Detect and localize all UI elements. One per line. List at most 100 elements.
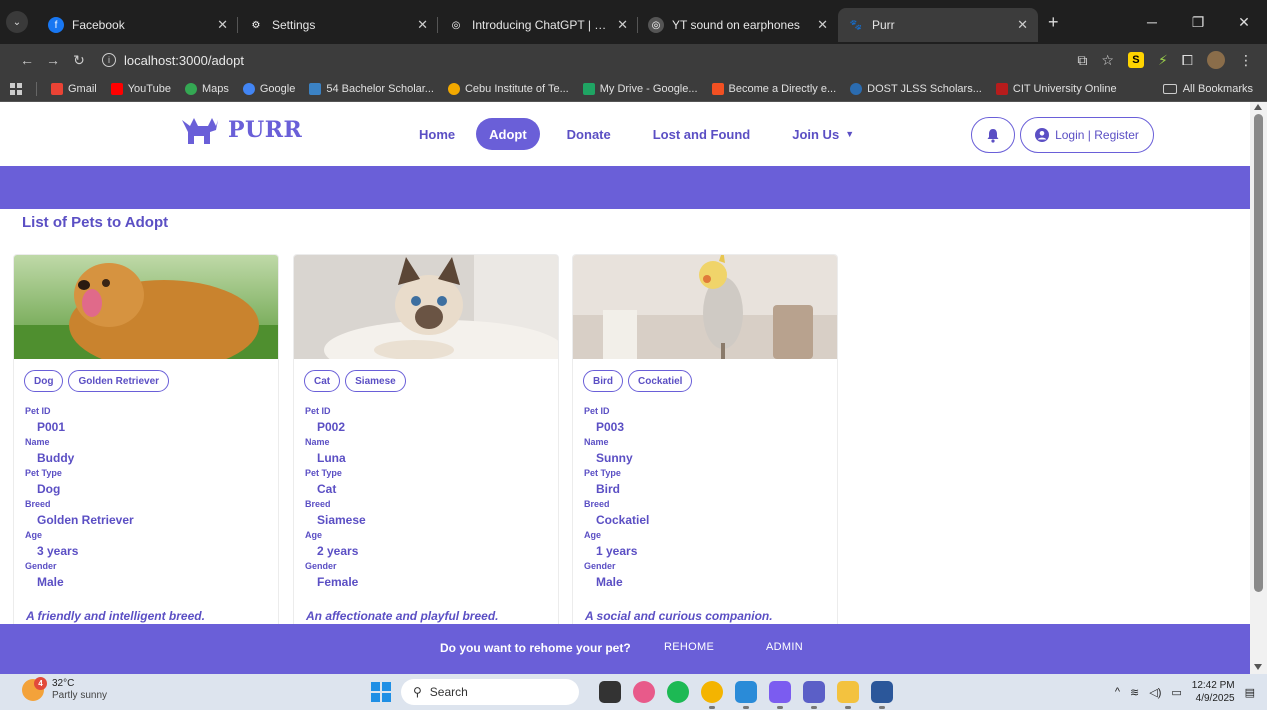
bookmark-google[interactable]: Google <box>242 82 295 95</box>
pet-type: Bird <box>596 482 620 496</box>
pet-name: Buddy <box>37 451 75 465</box>
vscode-icon[interactable] <box>735 681 757 709</box>
rehome-footer: Do you want to rehome your pet? REHOME A… <box>0 624 1250 674</box>
login-register-button[interactable]: Login | Register <box>1020 117 1154 153</box>
pet-card[interactable]: Cat Siamese Pet ID P002 Name Luna Pet Ty… <box>293 254 559 634</box>
nav-lost-found[interactable]: Lost and Found <box>640 118 763 150</box>
chevron-up-icon[interactable]: ^ <box>1115 686 1120 698</box>
scroll-thumb[interactable] <box>1254 114 1263 592</box>
page-scrollbar[interactable] <box>1250 102 1267 674</box>
profile-avatar[interactable] <box>1207 51 1225 69</box>
bookmark-maps[interactable]: Maps <box>184 82 229 95</box>
scroll-up-icon[interactable] <box>1254 104 1262 110</box>
close-icon[interactable]: ✕ <box>417 17 428 33</box>
discord-icon[interactable] <box>769 681 791 709</box>
task-view-icon[interactable] <box>599 681 621 703</box>
battery-icon[interactable]: ▭ <box>1171 686 1181 699</box>
notifications-button[interactable] <box>971 117 1015 153</box>
close-window-icon[interactable]: ✕ <box>1221 14 1267 31</box>
pet-card[interactable]: Bird Cockatiel Pet ID P003 Name Sunny Pe… <box>572 254 838 634</box>
cit-online-icon <box>995 82 1008 95</box>
pet-id: P001 <box>37 420 66 434</box>
tab-facebook[interactable]: f Facebook ✕ <box>38 8 238 42</box>
pet-description: A social and curious companion. <box>585 609 773 623</box>
cast-icon[interactable]: ⧉ <box>1077 52 1087 69</box>
nav-donate[interactable]: Donate <box>554 118 624 150</box>
close-icon[interactable]: ✕ <box>217 17 228 33</box>
extensions-puzzle-icon[interactable]: ⧠ <box>1182 52 1193 69</box>
bookmark-cit-online[interactable]: CIT University Online <box>995 82 1117 95</box>
taskbar-search[interactable]: ⚲ Search <box>401 679 579 705</box>
pet-gender: Female <box>317 575 359 589</box>
bookmark-drive[interactable]: My Drive - Google... <box>582 82 698 95</box>
notification-center-icon[interactable]: ▤ <box>1245 686 1255 699</box>
extension-s-icon[interactable]: S <box>1127 52 1144 68</box>
rehome-question: Do you want to rehome your pet? <box>440 641 631 655</box>
pet-age: 2 years <box>317 544 359 558</box>
pet-card[interactable]: Dog Golden Retriever Pet ID P001 Name Bu… <box>13 254 279 634</box>
bookmarks-bar: Gmail YouTube Maps Google 54 Bachelor Sc… <box>0 76 1267 102</box>
bookmark-directly[interactable]: Become a Directly e... <box>711 82 836 95</box>
pet-id: P002 <box>317 420 346 434</box>
admin-link[interactable]: ADMIN <box>766 641 803 653</box>
purr-logo[interactable]: PURR <box>180 116 302 144</box>
pet-breed-chip: Golden Retriever <box>68 370 170 392</box>
maps-icon <box>184 82 197 95</box>
minimize-icon[interactable]: ─ <box>1129 14 1175 30</box>
scroll-down-icon[interactable] <box>1254 664 1262 670</box>
star-icon[interactable]: ☆ <box>1101 52 1114 69</box>
word-icon[interactable] <box>871 681 893 709</box>
windows-start-icon[interactable] <box>371 682 391 702</box>
folder-icon <box>1162 84 1177 94</box>
bookmark-dost[interactable]: DOST JLSS Scholars... <box>850 82 982 95</box>
site-info-icon[interactable]: i <box>102 53 116 67</box>
close-icon[interactable]: ✕ <box>1017 17 1028 33</box>
tab-purr[interactable]: 🐾 Purr ✕ <box>838 8 1038 42</box>
copilot-icon[interactable] <box>633 681 655 703</box>
weather-widget[interactable]: 4 32°C Partly sunny <box>22 677 107 702</box>
tab-chatgpt[interactable]: ◎ Introducing ChatGPT | OpenAI ✕ <box>438 8 638 42</box>
nav-home[interactable]: Home <box>406 118 468 150</box>
pet-gender: Male <box>596 575 623 589</box>
notification-badge: 4 <box>34 677 47 690</box>
wifi-icon[interactable]: ≋ <box>1130 686 1139 699</box>
url-field[interactable]: i localhost:3000/adopt <box>102 53 244 68</box>
tab-settings[interactable]: ⚙ Settings ✕ <box>238 8 438 42</box>
bookmark-youtube[interactable]: YouTube <box>110 82 171 95</box>
restore-icon[interactable]: ❐ <box>1175 14 1221 31</box>
extension-leaf-icon[interactable]: ⚡ <box>1158 52 1168 69</box>
file-explorer-icon[interactable] <box>837 681 859 709</box>
pet-age: 3 years <box>37 544 79 558</box>
rehome-link[interactable]: REHOME <box>664 641 714 653</box>
all-bookmarks[interactable]: All Bookmarks <box>1162 76 1253 102</box>
volume-icon[interactable]: ◁) <box>1149 686 1161 699</box>
close-icon[interactable]: ✕ <box>817 17 828 33</box>
nav-join-us[interactable]: Join Us ▼ <box>779 118 867 150</box>
teams-icon[interactable] <box>803 681 825 709</box>
apps-grid-icon[interactable] <box>10 82 22 95</box>
browser-tab-bar: ⌄ f Facebook ✕ ⚙ Settings ✕ ◎ Introducin… <box>0 0 1267 44</box>
back-icon[interactable]: ← <box>14 52 40 68</box>
gear-icon: ⚙ <box>251 19 261 31</box>
system-clock[interactable]: 12:42 PM 4/9/2025 <box>1192 679 1235 705</box>
pet-type-chip: Dog <box>24 370 64 392</box>
menu-kebab-icon[interactable]: ⋮ <box>1239 52 1253 69</box>
tab-yt-sound[interactable]: ◎ YT sound on earphones ✕ <box>638 8 838 42</box>
close-icon[interactable]: ✕ <box>617 17 628 33</box>
bookmark-gmail[interactable]: Gmail <box>51 82 97 95</box>
new-tab-icon[interactable]: + <box>1048 12 1059 33</box>
bookmark-cit[interactable]: Cebu Institute of Te... <box>447 82 569 95</box>
main-menu: Home Adopt Donate Lost and Found Join Us… <box>406 118 871 150</box>
bookmark-scholar[interactable]: 54 Bachelor Scholar... <box>309 82 434 95</box>
pet-type-chip: Bird <box>583 370 623 392</box>
pet-name: Luna <box>317 451 346 465</box>
chrome-icon[interactable] <box>701 681 723 709</box>
forward-icon[interactable]: → <box>40 52 66 68</box>
spotify-icon[interactable] <box>667 681 689 703</box>
cat-icon: 🐾 <box>849 19 863 31</box>
tab-search-icon[interactable]: ⌄ <box>6 11 28 33</box>
nav-adopt[interactable]: Adopt <box>476 118 540 150</box>
reload-icon[interactable]: ↻ <box>66 52 92 69</box>
cit-icon <box>447 82 460 95</box>
chatgpt-icon: ◎ <box>648 17 664 33</box>
